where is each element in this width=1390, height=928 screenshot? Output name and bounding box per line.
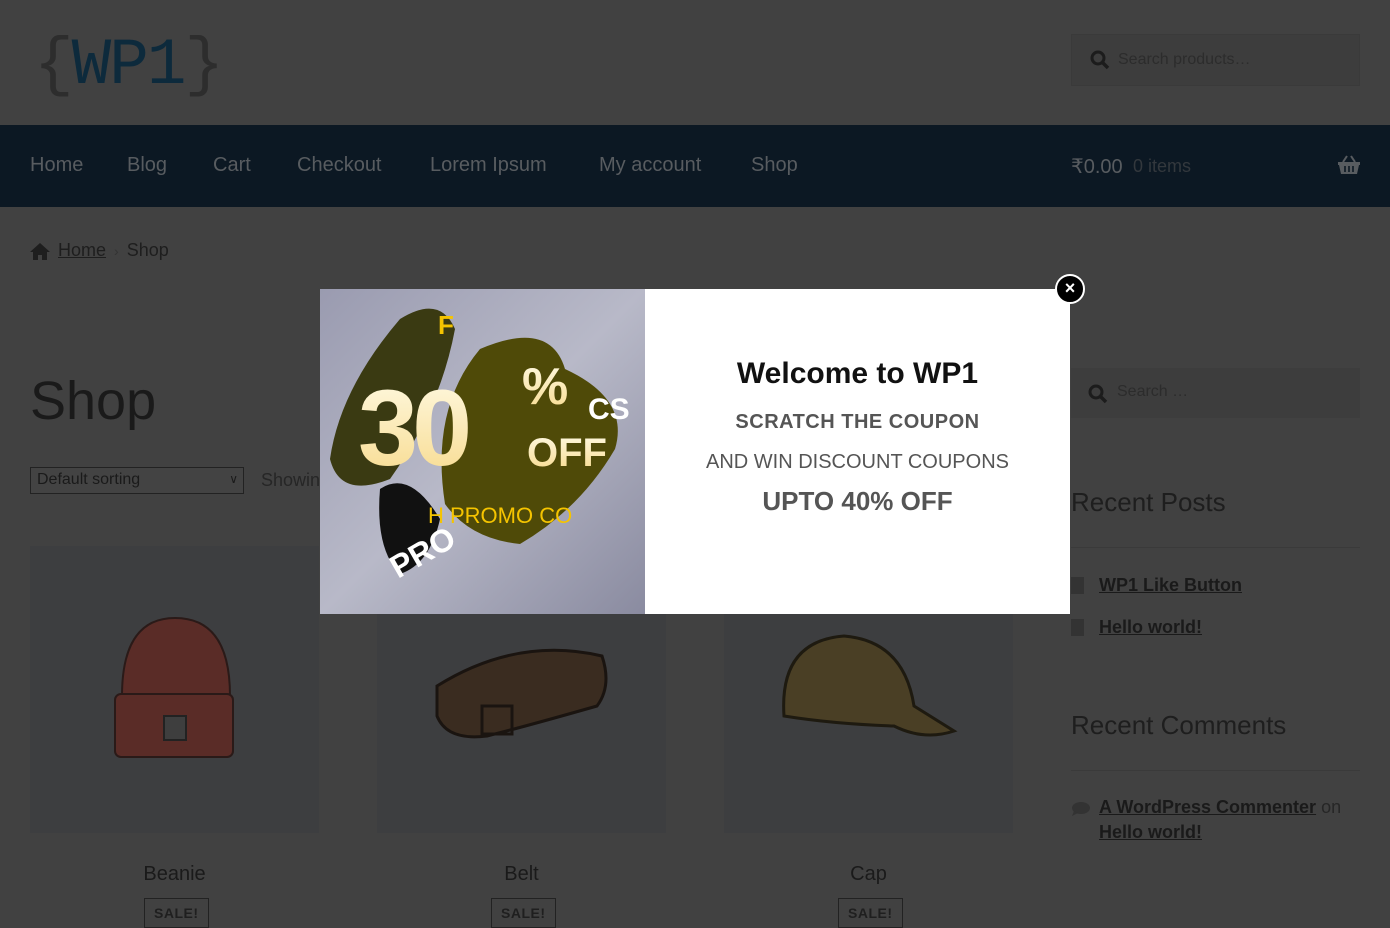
sidebar-search-input[interactable]: Search …: [1071, 368, 1360, 418]
popup-title: Welcome to WP1: [736, 357, 979, 390]
logo-text: WP1: [71, 28, 187, 103]
sale-badge: SALE!: [144, 898, 209, 928]
promo-image: F 30 % CS OFF H PROMO CO PRO: [320, 289, 645, 614]
product-search-input[interactable]: Search products…: [1071, 34, 1360, 86]
popup-content: Welcome to WP1 SCRATCH THE COUPON AND WI…: [645, 289, 1070, 614]
breadcrumb-home[interactable]: Home: [58, 240, 106, 261]
sale-badge: SALE!: [838, 898, 903, 928]
sale-badge: SALE!: [491, 898, 556, 928]
breadcrumb: Home › Shop: [30, 240, 169, 261]
site-logo[interactable]: {WP1}: [34, 28, 224, 103]
product-name[interactable]: Cap: [724, 863, 1013, 886]
close-popup-button[interactable]: ×: [1055, 274, 1085, 304]
promo-top-letter: F: [438, 310, 454, 340]
product-name[interactable]: Belt: [377, 863, 666, 886]
popup-line-1: SCRATCH THE COUPON: [735, 411, 980, 433]
promo-percent: %: [522, 358, 568, 416]
cart-total[interactable]: ₹0.00: [1071, 154, 1123, 179]
nav-shop[interactable]: Shop: [751, 154, 798, 177]
recent-post-link[interactable]: WP1 Like Button: [1099, 575, 1242, 596]
nav-lorem-ipsum[interactable]: Lorem Ipsum: [430, 154, 547, 177]
recent-post-link[interactable]: Hello world!: [1099, 617, 1202, 638]
comment-post-link[interactable]: Hello world!: [1099, 822, 1202, 843]
chevron-down-icon: ∨: [229, 472, 238, 486]
chevron-right-icon: ›: [114, 242, 119, 259]
popup-line-3: UPTO 40% OFF: [762, 486, 953, 516]
nav-cart[interactable]: Cart: [213, 154, 251, 177]
primary-nav: Home Blog Cart Checkout Lorem Ipsum My a…: [0, 125, 1390, 207]
product-name[interactable]: Beanie: [30, 863, 319, 886]
document-icon: [1071, 619, 1084, 636]
beanie-image: [114, 616, 234, 758]
recent-comments-title: Recent Comments: [1071, 710, 1287, 740]
sorting-select[interactable]: Default sorting ∨: [30, 467, 244, 494]
promo-off: OFF: [527, 431, 607, 475]
comment-author-link[interactable]: A WordPress Commenter: [1099, 797, 1316, 817]
divider: [1071, 547, 1360, 548]
divider: [1071, 770, 1360, 771]
promo-code-text: H PROMO CO: [428, 503, 572, 528]
promo-number: 30: [358, 367, 468, 488]
comment-entry: A WordPress Commenter on: [1099, 797, 1342, 817]
recent-posts-title: Recent Posts: [1071, 487, 1226, 517]
document-icon: [1071, 577, 1084, 594]
promo-side-text: CS: [588, 393, 630, 426]
nav-checkout[interactable]: Checkout: [297, 154, 382, 177]
page-title: Shop: [30, 371, 157, 431]
promo-popup: F 30 % CS OFF H PROMO CO PRO Welcome to …: [320, 289, 1070, 614]
nav-home[interactable]: Home: [30, 154, 83, 177]
nav-blog[interactable]: Blog: [127, 154, 167, 177]
basket-icon[interactable]: [1337, 155, 1361, 175]
popup-line-2: AND WIN DISCOUNT COUPONS: [706, 451, 1009, 473]
cart-count[interactable]: 0 items: [1133, 156, 1191, 177]
nav-my-account[interactable]: My account: [599, 154, 701, 177]
product-image-beanie[interactable]: [30, 546, 319, 833]
comment-icon: [1072, 802, 1090, 816]
search-icon: [1088, 384, 1108, 404]
home-icon: [30, 242, 50, 260]
breadcrumb-current: Shop: [126, 240, 169, 260]
search-icon: [1090, 50, 1110, 70]
